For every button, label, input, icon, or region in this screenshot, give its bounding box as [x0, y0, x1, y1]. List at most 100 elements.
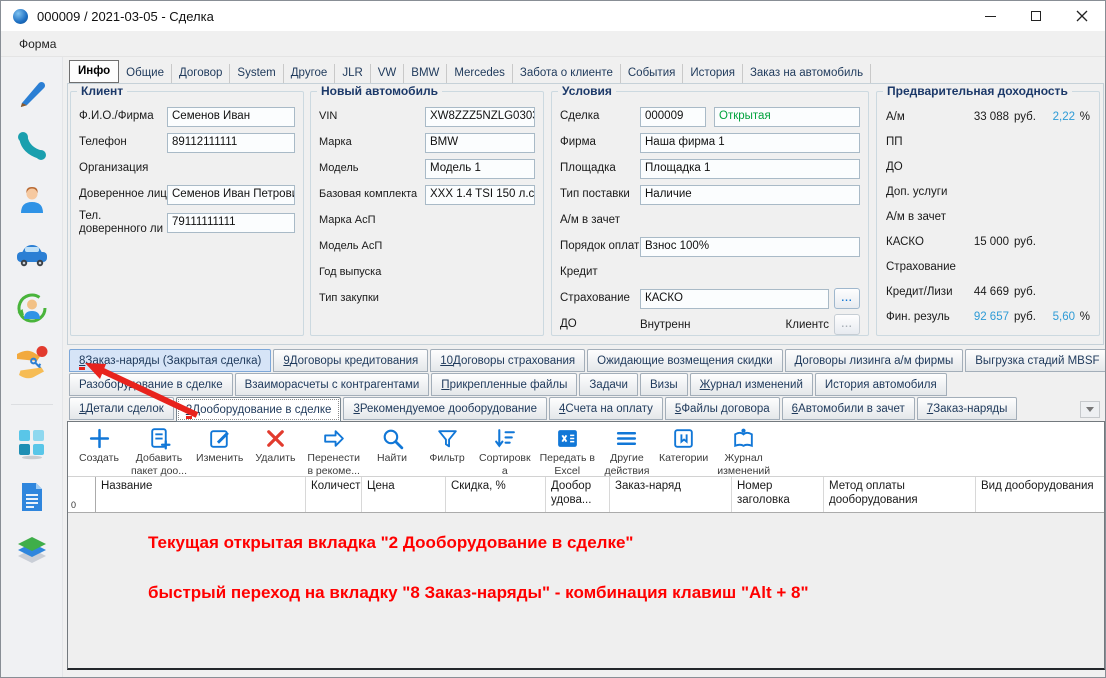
sort-icon [492, 426, 517, 451]
field-label: Год выпуска [319, 266, 425, 279]
site-field[interactable]: Площадка 1 [640, 159, 860, 179]
deal-window: 000009 / 2021-03-05 - Сделка Форма [0, 0, 1106, 678]
add-package-button[interactable]: Добавитьпакет доо... [128, 425, 190, 478]
document-icon[interactable] [12, 477, 52, 517]
filter-button[interactable]: Фильтр [421, 425, 473, 466]
menubar: Форма [1, 31, 1105, 57]
tab-avtomobili-v-zachet[interactable]: 6 Автомобили в зачет [782, 397, 915, 420]
minimize-button[interactable] [967, 1, 1013, 31]
export-excel-button[interactable]: Передать вExcel [537, 425, 598, 478]
menu-item-forma[interactable]: Форма [19, 37, 56, 51]
client-name-field[interactable]: Семенов Иван [167, 107, 295, 127]
table-header: 0 Название Количество Цена Скидка, % Доо… [68, 476, 1104, 513]
vin-field[interactable]: XW8ZZZ5NZLG030378 [425, 107, 535, 127]
tab-detali-sdelok[interactable]: 1 Детали сделок [69, 397, 174, 420]
client-icon[interactable] [12, 180, 52, 220]
tab-dogovory-strakhovaniya[interactable]: 10 Договоры страхования [430, 349, 585, 372]
insurance-ellipsis-button[interactable]: ... [834, 288, 860, 309]
tab-zakaz-naryady[interactable]: 7 Заказ-наряды [917, 397, 1018, 420]
tab-zakaz-naryady-zakrytaya[interactable]: 8 Заказ-наряды (Закрытая сделка) [69, 349, 271, 372]
tab-vzaimoraschety[interactable]: Взаиморасчеты с контрагентами [235, 373, 430, 396]
tab-sobytiya[interactable]: События [621, 64, 683, 84]
tab-zadachi[interactable]: Задачи [579, 373, 638, 396]
main-area: Инфо Общие Договор System Другое JLR VW … [63, 57, 1105, 677]
client-phone-field[interactable]: 89112111111 [167, 133, 295, 153]
deal-number-field[interactable]: 000009 [640, 107, 706, 127]
tab-prikreplennye-fayly[interactable]: Прикрепленные файлы [431, 373, 577, 396]
other-actions-button[interactable]: Другиедействия [601, 425, 653, 478]
apps-icon[interactable] [12, 423, 52, 463]
column-header-nazvanie[interactable]: Название [96, 477, 306, 512]
payment-order-field[interactable]: Взнос 100% [640, 237, 860, 257]
supply-type-field[interactable]: Наличие [640, 185, 860, 205]
column-header-skidka[interactable]: Скидка, % [446, 477, 546, 512]
tab-fayly-dogovora[interactable]: 5 Файлы договора [665, 397, 780, 420]
column-header-tsena[interactable]: Цена [362, 477, 446, 512]
tab-rekomenduemoe-dooborudovanie[interactable]: 3 Рекомендуемое дооборудование [343, 397, 547, 420]
tab-zabota[interactable]: Забота о клиенте [513, 64, 621, 84]
maximize-button[interactable] [1013, 1, 1059, 31]
tab-vw[interactable]: VW [371, 64, 405, 84]
column-header-vid-dooborudovaniya[interactable]: Вид дооборудования [976, 477, 1104, 512]
column-header-zakaz-naryad[interactable]: Заказ-наряд [610, 477, 732, 512]
tab-system[interactable]: System [230, 64, 283, 84]
base-config-field[interactable]: XXX 1.4 TSI 150 л.с. ( [425, 185, 535, 205]
annotation-line-1: Текущая открытая вкладка "2 Дооборудован… [148, 533, 633, 553]
find-button[interactable]: Найти [366, 425, 418, 466]
tab-istoriya[interactable]: История [683, 64, 743, 84]
tab-dooborudovanie-v-sdelke[interactable]: 2 Дооборудование в сделке [176, 397, 342, 422]
client-exchange-icon[interactable] [12, 288, 52, 328]
do-ellipsis-button[interactable]: ... [834, 314, 860, 335]
tab-bmw[interactable]: BMW [404, 64, 447, 84]
column-header-metod-oplaty[interactable]: Метод оплаты дооборудования [824, 477, 976, 512]
categories-button[interactable]: Категории [656, 425, 711, 466]
tab-vygruzka-mbsf[interactable]: Выгрузка стадий MBSF [965, 349, 1106, 372]
column-header-doobor[interactable]: Дообор удова... [546, 477, 610, 512]
tab-dogovor[interactable]: Договор [172, 64, 230, 84]
tab-dogovory-kreditovaniya[interactable]: 9 Договоры кредитования [273, 349, 428, 372]
minimize-icon [985, 16, 996, 17]
trustee-phone-field[interactable]: 79111111111 [167, 213, 295, 233]
close-button[interactable] [1059, 1, 1105, 31]
tab-mercedes[interactable]: Mercedes [447, 64, 513, 84]
layers-icon[interactable] [12, 531, 52, 571]
key-handover-icon[interactable] [12, 342, 52, 382]
tab-zhurnal-izmeneniy[interactable]: Журнал изменений [690, 373, 813, 396]
tab-dogovory-lizinga[interactable]: Договоры лизинга а/м фирмы [785, 349, 964, 372]
tab-overflow-button[interactable] [1080, 401, 1100, 418]
tab-obshchie[interactable]: Общие [119, 64, 172, 84]
amount-value: 15 000 [957, 236, 1009, 248]
create-button[interactable]: Создать [73, 425, 125, 466]
top-tab-strip: Инфо Общие Договор System Другое JLR VW … [69, 61, 871, 83]
car-icon[interactable] [12, 234, 52, 274]
tab-zakaz-na-avtomobil[interactable]: Заказ на автомобиль [743, 64, 871, 84]
tab-razoborudovanie[interactable]: Разоборудование в сделке [69, 373, 233, 396]
move-to-recommended-button[interactable]: Перенестив рекоме... [304, 425, 363, 478]
brand-field[interactable]: BMW [425, 133, 535, 153]
pen-icon[interactable] [12, 72, 52, 112]
tab-vizy[interactable]: Визы [640, 373, 688, 396]
actions-icon [614, 426, 639, 451]
tab-ozhidayushchie-vozmeshcheniya[interactable]: Ожидающие возмещения скидки [587, 349, 782, 372]
tab-scheta-na-oplatu[interactable]: 4 Счета на оплату [549, 397, 663, 420]
conditions-group-title: Условия [558, 84, 616, 98]
plus-icon [87, 426, 112, 451]
edit-button[interactable]: Изменить [193, 425, 246, 466]
firm-field[interactable]: Наша фирма 1 [640, 133, 860, 153]
trustee-field[interactable]: Семенов Иван Петрович [167, 185, 295, 205]
delete-button[interactable]: Удалить [249, 425, 301, 466]
do-internal-label: Внутренн [640, 319, 786, 331]
column-header-nomer-zagolovka[interactable]: Номер заголовка [732, 477, 824, 512]
new-car-group-title: Новый автомобиль [317, 84, 442, 98]
column-header-kolichestvo[interactable]: Количество [306, 477, 362, 512]
tab-info[interactable]: Инфо [69, 60, 119, 84]
insurance-field[interactable]: КАСКО [640, 289, 829, 309]
change-log-button[interactable]: Журнализменений [714, 425, 773, 478]
deal-status-field[interactable]: Открытая [714, 107, 860, 127]
phone-icon[interactable] [12, 126, 52, 166]
tab-drugoe[interactable]: Другое [284, 64, 336, 84]
tab-jlr[interactable]: JLR [335, 64, 370, 84]
model-field[interactable]: Модель 1 [425, 159, 535, 179]
tab-istoriya-avtomobilya[interactable]: История автомобиля [815, 373, 947, 396]
sort-button[interactable]: Сортировка [476, 425, 534, 478]
